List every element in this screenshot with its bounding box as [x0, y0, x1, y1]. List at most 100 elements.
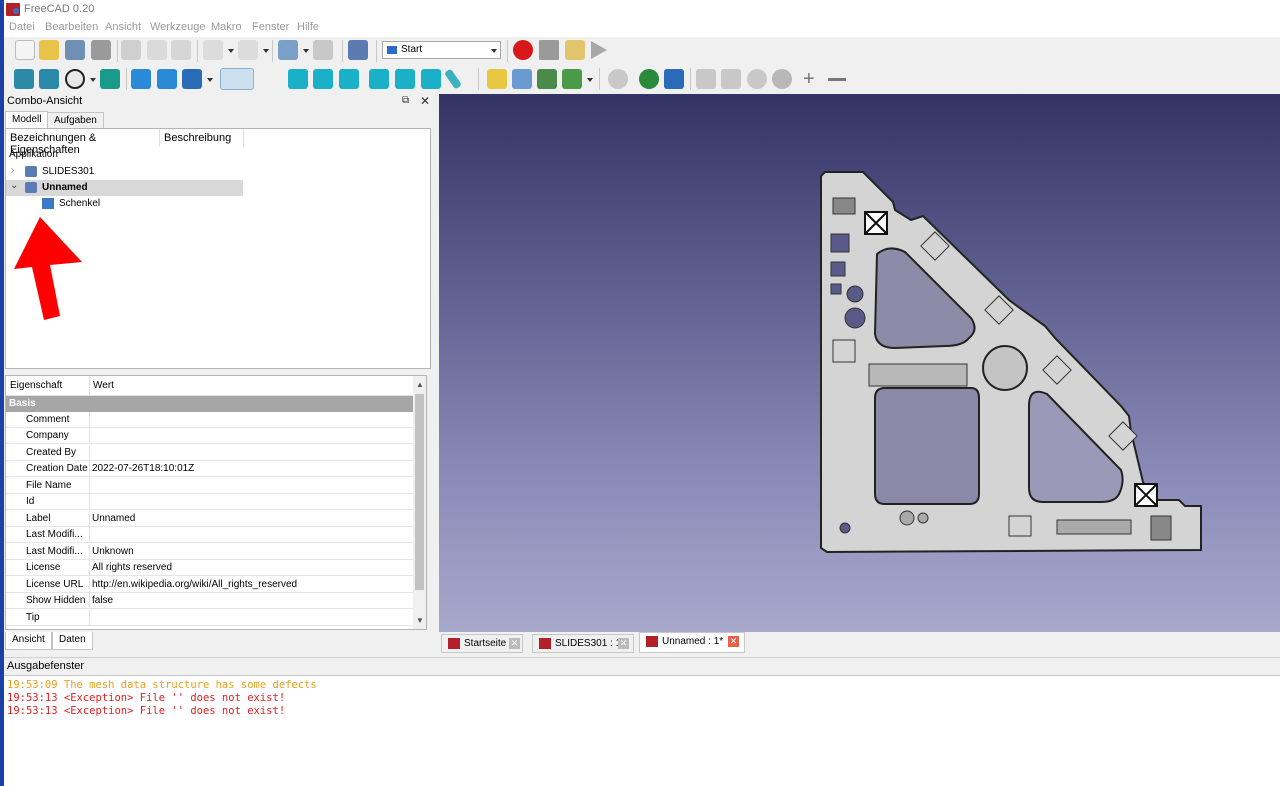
web-back-icon[interactable]	[696, 69, 716, 89]
property-row-file-name[interactable]: File Name	[6, 478, 413, 494]
property-row-company[interactable]: Company	[6, 428, 413, 444]
new-file-icon[interactable]	[15, 40, 35, 60]
scrollbar-thumb[interactable]	[415, 394, 424, 590]
paste-icon[interactable]	[171, 40, 191, 60]
output-window[interactable]: 19:53:09 The mesh data structure has som…	[4, 675, 1280, 786]
property-row-license-url[interactable]: License URL http://en.wikipedia.org/wiki/…	[6, 577, 413, 593]
tree-header-labels[interactable]: Bezeichnungen & Eigenschaften	[6, 129, 160, 156]
tree-item-schenkel[interactable]: Schenkel	[6, 196, 243, 212]
view-front-icon[interactable]	[313, 69, 333, 89]
chevron-down-icon[interactable]: ⌄	[10, 180, 18, 191]
redo-icon[interactable]	[238, 40, 258, 60]
tree-item-slides301[interactable]: › SLIDES301	[6, 164, 243, 180]
web-refresh-icon[interactable]	[747, 69, 767, 89]
part-model-schenkel[interactable]	[819, 170, 1204, 556]
recompute-icon[interactable]	[313, 40, 333, 60]
cut-icon[interactable]	[121, 40, 141, 60]
menu-ansicht[interactable]: Ansicht	[105, 21, 141, 33]
document-icon	[25, 166, 37, 177]
doc-tab-unnamed[interactable]: Unnamed : 1* ✕	[639, 632, 745, 653]
draw-style-icon[interactable]	[65, 69, 85, 89]
menu-fenster[interactable]: Fenster	[252, 21, 289, 33]
workbench-select[interactable]: Start	[382, 41, 501, 59]
web-stop-icon[interactable]	[608, 69, 628, 89]
nav-forward-icon[interactable]	[157, 69, 177, 89]
view-isometric-icon[interactable]	[288, 69, 308, 89]
property-row-created-by[interactable]: Created By	[6, 445, 413, 461]
property-row-last-modified-date[interactable]: Last Modifi... Unknown	[6, 544, 413, 560]
whats-this-icon[interactable]	[348, 40, 368, 60]
property-header-value[interactable]: Wert	[93, 380, 114, 391]
undo-icon[interactable]	[203, 40, 223, 60]
tab-ansicht[interactable]: Ansicht	[5, 632, 52, 650]
view-top-icon[interactable]	[339, 69, 359, 89]
web-forward-icon[interactable]	[721, 69, 741, 89]
chevron-right-icon[interactable]: ›	[11, 165, 14, 176]
property-row-last-modified-by[interactable]: Last Modifi...	[6, 527, 413, 543]
property-row-comment[interactable]: Comment	[6, 412, 413, 428]
link-actions-icon[interactable]	[562, 69, 582, 89]
macro-edit-icon[interactable]	[565, 40, 585, 60]
close-tab-icon[interactable]: ✕	[618, 638, 629, 649]
create-group-icon[interactable]	[512, 69, 532, 89]
tree-header-description[interactable]: Beschreibung	[160, 129, 244, 147]
print-icon[interactable]	[91, 40, 111, 60]
link-icon[interactable]	[537, 69, 557, 89]
zoom-out-icon[interactable]	[828, 78, 846, 81]
web-go-icon[interactable]	[664, 69, 684, 89]
nav-back-icon[interactable]	[131, 69, 151, 89]
property-scrollbar[interactable]: ▲ ▼	[413, 376, 426, 629]
save-icon[interactable]	[65, 40, 85, 60]
property-row-label[interactable]: Label Unnamed	[6, 511, 413, 527]
refresh-check-icon[interactable]	[278, 40, 298, 60]
create-part-icon[interactable]	[487, 69, 507, 89]
fit-all-icon[interactable]	[14, 69, 34, 89]
stop-macro-icon[interactable]	[539, 40, 559, 60]
tree-item-unnamed[interactable]: ⌄ Unnamed	[6, 180, 243, 196]
tab-daten[interactable]: Daten	[52, 632, 93, 650]
model-tree: Bezeichnungen & Eigenschaften Beschreibu…	[5, 128, 431, 369]
tab-modell[interactable]: Modell	[5, 111, 49, 128]
std-views-icon[interactable]	[182, 69, 202, 89]
property-row-tip[interactable]: Tip	[6, 610, 413, 626]
doc-tab-startseite[interactable]: Startseite ✕	[441, 634, 523, 653]
scroll-down-icon[interactable]: ▼	[416, 616, 424, 625]
execute-macro-icon[interactable]	[591, 41, 607, 59]
view-rear-icon[interactable]	[395, 69, 415, 89]
zoom-menu-icon[interactable]	[220, 68, 254, 90]
close-tab-icon[interactable]: ✕	[509, 638, 520, 649]
menu-datei[interactable]: Datei	[9, 21, 35, 33]
record-macro-icon[interactable]	[513, 40, 533, 60]
float-panel-icon[interactable]: ⧉	[402, 95, 409, 106]
close-tab-icon[interactable]: ✕	[728, 636, 739, 647]
property-header: Eigenschaft Wert	[6, 376, 413, 396]
close-panel-icon[interactable]: ✕	[420, 94, 430, 108]
copy-icon[interactable]	[147, 40, 167, 60]
property-header-key[interactable]: Eigenschaft	[10, 380, 62, 391]
fit-selection-icon[interactable]	[39, 69, 59, 89]
web-globe-icon[interactable]	[639, 69, 659, 89]
scroll-up-icon[interactable]: ▲	[416, 380, 424, 389]
open-file-icon[interactable]	[39, 40, 59, 60]
3d-viewport[interactable]	[439, 94, 1280, 632]
freecad-doc-icon	[448, 638, 460, 649]
web-close-icon[interactable]	[772, 69, 792, 89]
property-group-basis[interactable]: Basis	[6, 396, 413, 412]
menu-werkzeuge[interactable]: Werkzeuge	[150, 21, 205, 33]
menu-hilfe[interactable]: Hilfe	[297, 21, 319, 33]
property-row-license[interactable]: License All rights reserved	[6, 560, 413, 576]
menu-makro[interactable]: Makro	[211, 21, 242, 33]
property-row-show-hidden[interactable]: Show Hidden false	[6, 593, 413, 609]
view-right-icon[interactable]	[369, 69, 389, 89]
doc-tab-slides301[interactable]: SLIDES301 : 1 ✕	[532, 634, 634, 653]
combo-view-title: Combo-Ansicht	[7, 95, 83, 107]
property-row-id[interactable]: Id	[6, 494, 413, 510]
view-bottom-icon[interactable]	[421, 69, 441, 89]
measure-icon[interactable]	[443, 68, 463, 90]
zoom-in-icon[interactable]: +	[803, 69, 815, 89]
tree-item-label: Schenkel	[59, 198, 101, 209]
bounding-box-icon[interactable]	[100, 69, 120, 89]
menu-bearbeiten[interactable]: Bearbeiten	[45, 21, 98, 33]
property-row-creation-date[interactable]: Creation Date 2022-07-26T18:10:01Z	[6, 461, 413, 477]
tab-aufgaben[interactable]: Aufgaben	[47, 112, 104, 129]
